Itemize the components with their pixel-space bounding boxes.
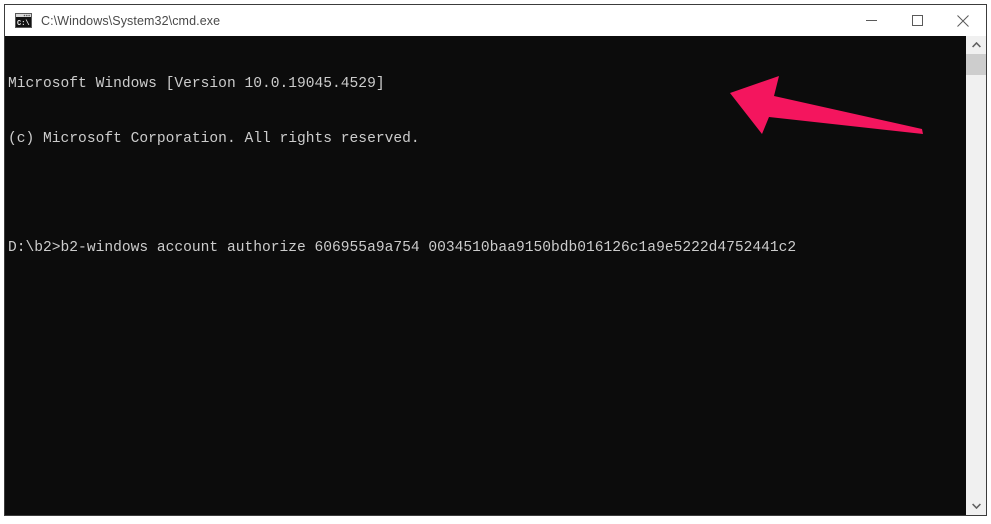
window-controls [848,5,986,36]
screenshot-root: C:\ C:\Windows\System32\cmd.exe Microsof… [0,0,991,524]
svg-text:C:\: C:\ [17,20,30,28]
console-line: (c) Microsoft Corporation. All rights re… [8,131,420,148]
minimize-button[interactable] [848,5,894,36]
cmd-window: C:\ C:\Windows\System32\cmd.exe Microsof… [4,4,987,516]
scroll-down-button[interactable] [966,497,986,515]
console-text: Microsoft Windows [Version 10.0.19045.45… [8,39,962,294]
vertical-scrollbar[interactable] [965,36,986,515]
console-command-line: D:\b2>b2-windows account authorize 60695… [8,240,797,257]
close-button[interactable] [940,5,986,36]
console-line: Microsoft Windows [Version 10.0.19045.45… [8,76,385,93]
cmd-console-icon: C:\ [15,13,32,28]
scroll-up-button[interactable] [966,36,986,54]
window-titlebar[interactable]: C:\ C:\Windows\System32\cmd.exe [5,5,986,36]
console-output-area[interactable]: Microsoft Windows [Version 10.0.19045.45… [5,36,986,515]
window-title: C:\Windows\System32\cmd.exe [41,13,221,28]
maximize-button[interactable] [894,5,940,36]
chevron-up-icon [971,42,981,48]
scrollbar-thumb[interactable] [966,54,986,75]
chevron-down-icon [971,503,981,509]
